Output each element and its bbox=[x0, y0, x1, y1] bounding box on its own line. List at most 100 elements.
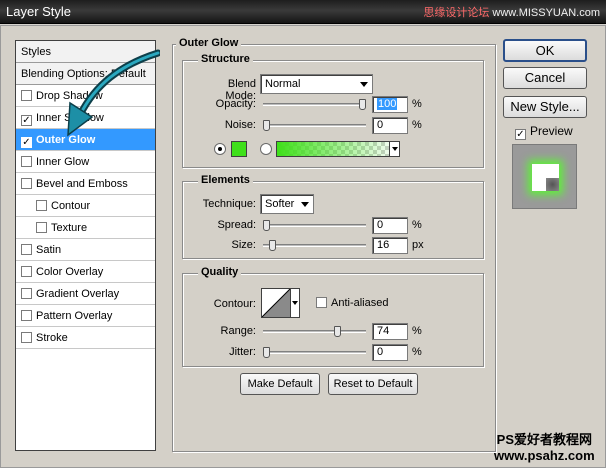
style-checkbox[interactable] bbox=[21, 90, 32, 101]
style-item-label: Pattern Overlay bbox=[36, 310, 113, 322]
cancel-button[interactable]: Cancel bbox=[503, 67, 587, 89]
style-checkbox[interactable] bbox=[21, 178, 32, 189]
contour-picker[interactable] bbox=[261, 288, 291, 318]
style-item-label: Stroke bbox=[36, 332, 68, 344]
style-item-label: Drop Shadow bbox=[36, 90, 103, 102]
preview-inner-shadow bbox=[546, 178, 559, 191]
watermark-bottom: PS爱好者教程网 www.psahz.com bbox=[494, 432, 595, 464]
style-item-label: Gradient Overlay bbox=[36, 288, 120, 300]
style-item-inner-glow[interactable]: Inner Glow bbox=[16, 151, 155, 173]
contour-label: Contour: bbox=[213, 298, 256, 310]
blending-options-item[interactable]: Blending Options: Default bbox=[16, 63, 155, 85]
style-item-label: Satin bbox=[36, 244, 62, 256]
opacity-label: Opacity: bbox=[215, 98, 256, 110]
size-label: Size: bbox=[231, 239, 256, 251]
size-unit: px bbox=[412, 239, 424, 251]
style-item-stroke[interactable]: Stroke bbox=[16, 327, 155, 349]
style-item-label: Contour bbox=[51, 200, 91, 212]
style-item-bevel-and-emboss[interactable]: Bevel and Emboss bbox=[16, 173, 155, 195]
style-item-texture[interactable]: Texture bbox=[16, 217, 155, 239]
style-item-pattern-overlay[interactable]: Pattern Overlay bbox=[16, 305, 155, 327]
window-title: Layer Style bbox=[6, 4, 72, 19]
style-checkbox[interactable] bbox=[36, 200, 47, 211]
jitter-slider-thumb[interactable] bbox=[263, 347, 270, 358]
antialiased-checkbox[interactable]: Anti-aliased bbox=[316, 297, 388, 309]
preview-checkbox[interactable]: ✓ Preview bbox=[515, 124, 573, 140]
watermark-top-cn: 思缘设计论坛 bbox=[423, 7, 490, 19]
styles-list: Styles Blending Options: Default Drop Sh… bbox=[15, 40, 156, 451]
spread-input[interactable]: 0 bbox=[372, 217, 408, 234]
style-item-label: Color Overlay bbox=[36, 266, 104, 278]
technique-value: Softer bbox=[265, 198, 295, 210]
spread-slider[interactable] bbox=[263, 220, 366, 231]
noise-slider[interactable] bbox=[263, 120, 366, 131]
style-checkbox[interactable] bbox=[36, 222, 47, 233]
noise-label: Noise: bbox=[224, 119, 256, 131]
preview-square bbox=[532, 164, 559, 191]
styles-header[interactable]: Styles bbox=[16, 41, 155, 63]
style-checkbox[interactable] bbox=[21, 266, 32, 277]
style-checkbox[interactable]: ✓ bbox=[21, 137, 32, 148]
style-item-label: Bevel and Emboss bbox=[36, 178, 128, 190]
noise-input[interactable]: 0 bbox=[372, 117, 408, 134]
chevron-down-icon bbox=[389, 142, 399, 156]
solid-color-radio[interactable] bbox=[214, 143, 226, 155]
noise-slider-thumb[interactable] bbox=[263, 120, 270, 131]
jitter-input[interactable]: 0 bbox=[372, 344, 408, 361]
noise-unit: % bbox=[412, 119, 422, 131]
spread-unit: % bbox=[412, 219, 422, 231]
structure-title: Structure bbox=[198, 53, 253, 65]
ok-button[interactable]: OK bbox=[503, 39, 587, 62]
style-item-outer-glow[interactable]: ✓ Outer Glow bbox=[16, 129, 155, 151]
technique-label: Technique: bbox=[202, 198, 256, 210]
blend-mode-select[interactable]: Normal bbox=[260, 74, 373, 94]
style-item-label: Outer Glow bbox=[36, 134, 96, 146]
style-checkbox[interactable]: ✓ bbox=[21, 115, 32, 126]
quality-title: Quality bbox=[198, 266, 242, 278]
style-item-gradient-overlay[interactable]: Gradient Overlay bbox=[16, 283, 155, 305]
opacity-slider-thumb[interactable] bbox=[359, 99, 366, 110]
style-item-label: Inner Shadow bbox=[36, 112, 104, 124]
range-slider-thumb[interactable] bbox=[334, 326, 342, 337]
size-input[interactable]: 16 bbox=[372, 237, 408, 254]
style-checkbox[interactable] bbox=[21, 244, 32, 255]
jitter-slider[interactable] bbox=[263, 347, 366, 358]
style-item-contour[interactable]: Contour bbox=[16, 195, 155, 217]
gradient-radio[interactable] bbox=[260, 143, 272, 155]
watermark-bottom-line1: PS爱好者教程网 bbox=[496, 432, 592, 447]
range-label: Range: bbox=[220, 325, 256, 337]
new-style-button[interactable]: New Style... bbox=[503, 96, 587, 118]
spread-slider-thumb[interactable] bbox=[263, 220, 270, 231]
opacity-slider[interactable] bbox=[263, 99, 366, 110]
glow-gradient-picker[interactable] bbox=[276, 141, 400, 157]
jitter-unit: % bbox=[412, 346, 422, 358]
size-slider[interactable] bbox=[263, 240, 366, 251]
opacity-unit: % bbox=[412, 98, 422, 110]
style-checkbox[interactable] bbox=[21, 310, 32, 321]
style-item-inner-shadow[interactable]: ✓ Inner Shadow bbox=[16, 107, 155, 129]
contour-dropdown[interactable] bbox=[291, 288, 300, 318]
watermark-top-url: www.MISSYUAN.com bbox=[492, 7, 600, 19]
preview-box[interactable]: ✓ bbox=[515, 129, 526, 140]
preview-label: Preview bbox=[530, 124, 573, 138]
style-item-drop-shadow[interactable]: Drop Shadow bbox=[16, 85, 155, 107]
make-default-button[interactable]: Make Default bbox=[240, 373, 320, 395]
antialiased-label: Anti-aliased bbox=[331, 297, 389, 309]
style-checkbox[interactable] bbox=[21, 156, 32, 167]
range-slider[interactable] bbox=[263, 326, 366, 337]
style-item-satin[interactable]: Satin bbox=[16, 239, 155, 261]
range-input[interactable]: 74 bbox=[372, 323, 408, 340]
reset-to-default-button[interactable]: Reset to Default bbox=[328, 373, 418, 395]
size-slider-thumb[interactable] bbox=[269, 240, 277, 251]
spread-label: Spread: bbox=[217, 219, 256, 231]
contour-linear-icon bbox=[261, 288, 291, 318]
technique-select[interactable]: Softer bbox=[260, 194, 314, 214]
glow-color-swatch[interactable] bbox=[231, 141, 247, 157]
opacity-input[interactable]: 100 bbox=[372, 96, 408, 113]
watermark-bottom-line2: www.psahz.com bbox=[494, 448, 595, 463]
style-item-color-overlay[interactable]: Color Overlay bbox=[16, 261, 155, 283]
style-checkbox[interactable] bbox=[21, 332, 32, 343]
elements-title: Elements bbox=[198, 174, 253, 186]
style-checkbox[interactable] bbox=[21, 288, 32, 299]
antialiased-box[interactable] bbox=[316, 297, 327, 308]
